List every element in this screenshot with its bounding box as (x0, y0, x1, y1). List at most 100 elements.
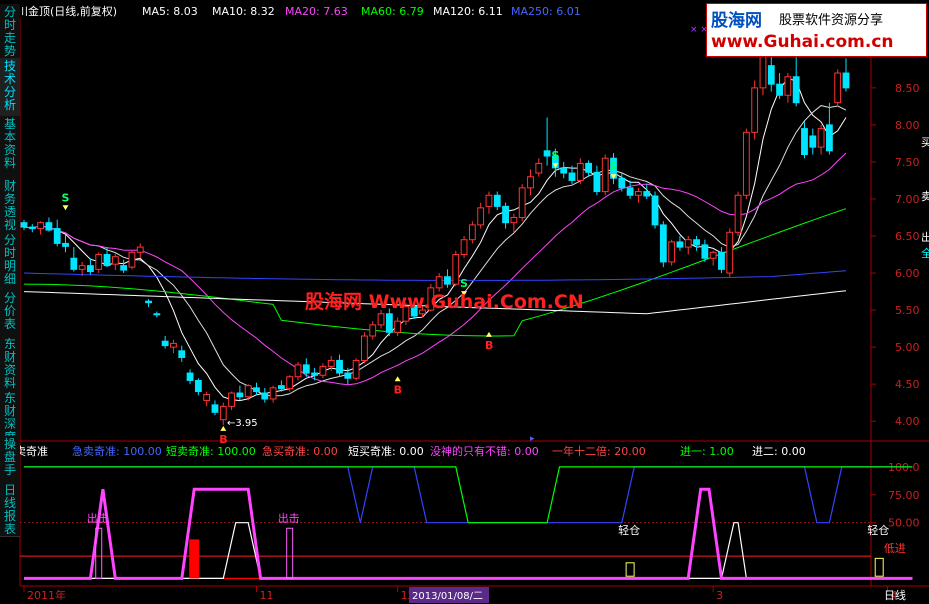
candle-body (618, 177, 626, 189)
candle-body (825, 124, 833, 152)
candle-body (502, 205, 509, 224)
period-label[interactable]: 日线 (884, 588, 906, 602)
candle-body (709, 251, 717, 259)
y-tick-label: 5.00 (895, 341, 920, 354)
sidebar-tab-3[interactable]: 财务透视 (0, 178, 20, 233)
x-tick-label: 3 (716, 589, 723, 602)
candle-body (327, 359, 335, 367)
y-tick-label: 6.00 (895, 267, 920, 280)
candle-body (95, 254, 103, 270)
signal-marker-buy: B (219, 433, 227, 446)
candle-body (701, 244, 709, 259)
date-cursor: 2013/01/08/二 (412, 591, 483, 602)
candle-body (485, 194, 493, 207)
candle-body (128, 251, 136, 268)
candle-body (693, 239, 700, 246)
candle-body (203, 394, 211, 401)
candle-body (28, 226, 36, 230)
candle-body (170, 342, 177, 348)
sidebar-tab-5[interactable]: 分价表 (0, 290, 20, 337)
candle-body (659, 224, 667, 263)
candle-body (834, 72, 842, 104)
right-edge-label-3: 出 (921, 230, 929, 244)
candle-body (211, 404, 219, 413)
candle-body (261, 392, 269, 400)
logo-slogan: 股票软件资源分享 (779, 13, 884, 28)
indicator-signal-label: 轻仓 (618, 523, 640, 537)
candle-body (817, 128, 825, 148)
signal-marker-sell: S (62, 191, 70, 204)
candle-body (842, 72, 850, 89)
x-tick-label: 11 (259, 589, 273, 602)
candle-body (668, 241, 676, 263)
low-price-label: ←3.95 (227, 418, 258, 429)
sidebar-tab-6[interactable]: 东财资料 (0, 336, 20, 391)
y-tick-label: 7.00 (895, 193, 920, 206)
candle-body (236, 392, 244, 398)
logo-url: www.Guhai.com.cn (711, 32, 894, 52)
candle-body (560, 167, 568, 174)
candle-body (286, 376, 294, 390)
candle-body (626, 187, 634, 196)
candle-body (776, 83, 783, 96)
candle-body (651, 195, 659, 226)
candle-body (684, 239, 692, 248)
candle-body (87, 265, 94, 273)
sidebar-tab-0[interactable]: 分时走势 (0, 4, 20, 59)
sidebar-tab-9[interactable]: 日线报表 (0, 482, 20, 537)
indicator-legend-item: 进二: 0.00 (752, 445, 806, 458)
candle-body (460, 239, 468, 256)
sub-y-tick-label: 75.00 (888, 489, 920, 502)
candle-body (535, 162, 543, 174)
candle-body (643, 191, 651, 197)
candle-body (767, 65, 775, 85)
candle-body (784, 76, 792, 96)
candle-body (444, 276, 451, 285)
candle-body (136, 246, 144, 253)
logo-watermark: 股海网 股票软件资源分享 www.Guhai.com.cn (706, 3, 927, 57)
candle-body (801, 128, 808, 156)
candle-body (510, 216, 518, 224)
candle-body (809, 135, 817, 148)
sidebar-tab-1[interactable]: 技术分析 (0, 58, 20, 117)
candle-body (493, 194, 501, 207)
candle-body (726, 231, 734, 274)
sidebar-tab-2[interactable]: 基本资料 (0, 116, 20, 179)
ma-legend-item: MA10: 8.32 (212, 5, 275, 18)
sidebar-tab-4[interactable]: 分时明细 (0, 232, 20, 291)
candle-body (20, 222, 28, 228)
candle-body (792, 76, 800, 104)
candle-body (194, 379, 202, 393)
indicator-signal-label: 出击 (278, 511, 300, 525)
indicator-signal-label: 低进 (884, 542, 906, 555)
candle-body (311, 372, 319, 376)
candle-body (593, 171, 601, 193)
candle-body (253, 387, 260, 393)
y-tick-label: 4.50 (895, 378, 920, 391)
candle-body (377, 313, 385, 326)
ma-legend-item: MA120: 6.11 (433, 5, 503, 18)
indicator-legend-item: 没神的只有不错: 0.00 (430, 444, 539, 458)
indicator-legend-item: 急买奇准: 0.00 (262, 444, 338, 458)
sidebar-tab-7[interactable]: 东财深度 (0, 390, 20, 444)
sub-y-tick-label: 50.00 (888, 517, 920, 530)
candle-body (635, 191, 642, 196)
candle-body (543, 150, 551, 157)
candle-body (178, 350, 186, 358)
y-tick-label: 4.00 (895, 415, 920, 428)
sidebar-tab-8[interactable]: 操盘手 (0, 436, 20, 483)
indicator-signal-label: 轻仓 (867, 523, 889, 537)
ma-legend-item: MA20: 7.63 (285, 5, 348, 18)
candle-body (676, 241, 684, 248)
candle-body (568, 172, 576, 181)
candle-body (718, 251, 725, 270)
candle-body (518, 187, 526, 218)
candle-body (78, 265, 86, 270)
candle-body (244, 385, 252, 398)
signal-marker-buy: B (394, 383, 402, 396)
signal-marker-sell: S (551, 149, 559, 162)
candle-body (103, 254, 111, 267)
right-edge-label-2: 卖 (921, 190, 929, 203)
candle-body (751, 87, 759, 133)
candle-body (352, 359, 360, 379)
